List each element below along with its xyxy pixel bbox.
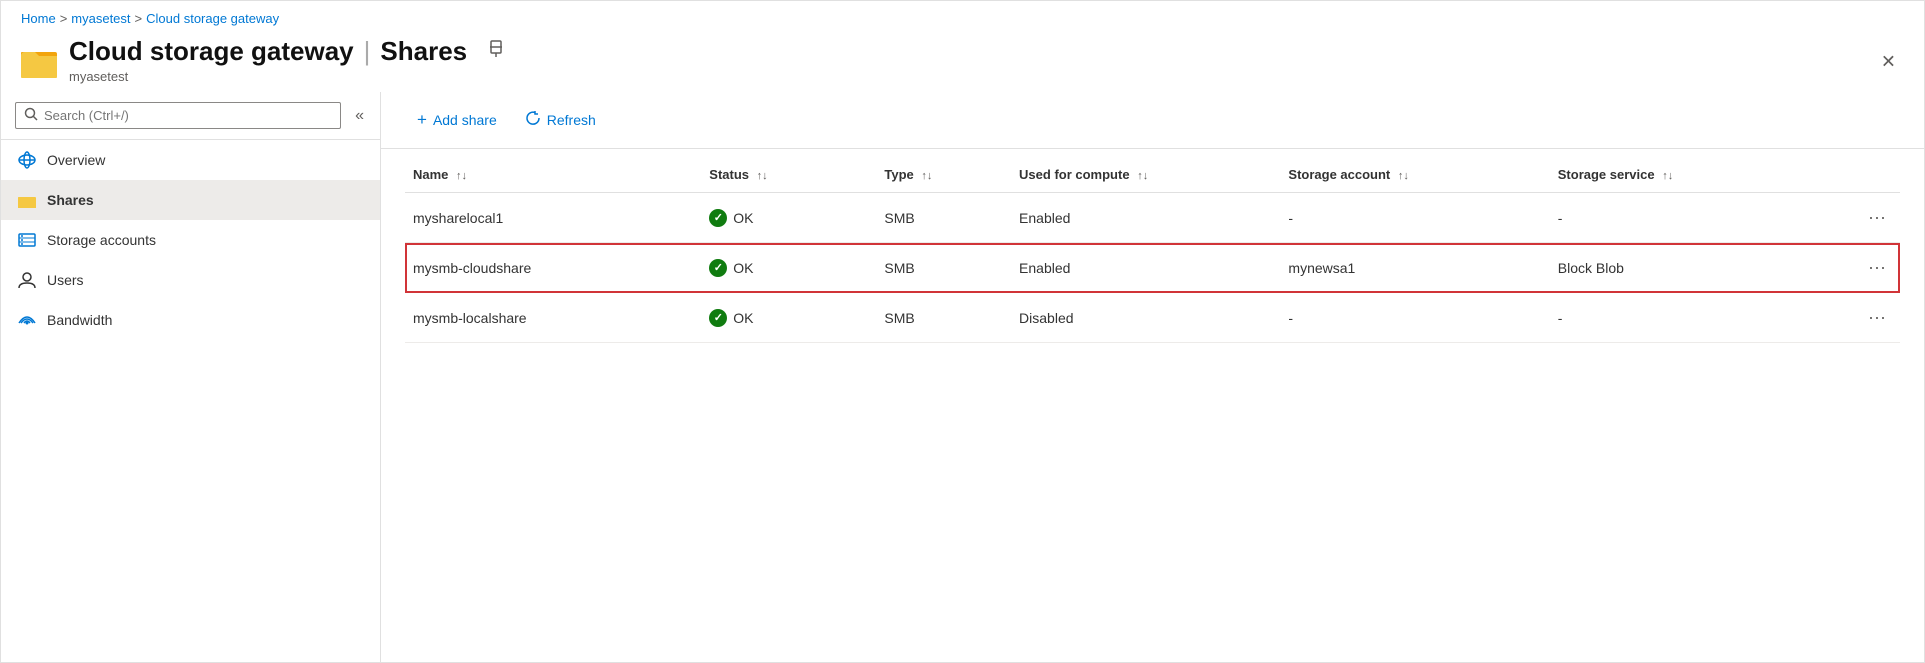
cell-status-3: OK — [701, 293, 876, 343]
header-title: Cloud storage gateway | Shares — [69, 36, 505, 67]
overview-icon — [17, 150, 37, 170]
cell-type-2: SMB — [876, 243, 1011, 293]
shares-table: Name ↑↓ Status ↑↓ Type ↑↓ — [405, 157, 1900, 343]
cell-name-3: mysmb-localshare — [405, 293, 701, 343]
users-label: Users — [47, 272, 84, 288]
cell-storage-service-3: - — [1550, 293, 1819, 343]
sidebar: « Overview — [1, 92, 381, 662]
col-header-status[interactable]: Status ↑↓ — [701, 157, 876, 193]
sidebar-item-shares[interactable]: Shares — [1, 180, 380, 220]
table-row[interactable]: mysmb-cloudshare OK SMB Enabled mynewsa1… — [405, 243, 1900, 293]
resource-name: Cloud storage gateway — [69, 36, 354, 67]
cell-compute-2: Enabled — [1011, 243, 1280, 293]
cell-name-2: mysmb-cloudshare — [405, 243, 701, 293]
refresh-label: Refresh — [547, 112, 596, 128]
sidebar-item-users[interactable]: Users — [1, 260, 380, 300]
search-input-wrapper[interactable] — [15, 102, 341, 129]
search-bar: « — [1, 92, 380, 140]
cell-compute-3: Disabled — [1011, 293, 1280, 343]
storage-accounts-label: Storage accounts — [47, 232, 156, 248]
sort-icon-status: ↑↓ — [757, 170, 768, 182]
page-name: Shares — [380, 36, 467, 67]
cell-type-1: SMB — [876, 193, 1011, 243]
cell-name-1: mysharelocal1 — [405, 193, 701, 243]
status-ok-icon-2 — [709, 259, 727, 277]
breadcrumb-myasetest[interactable]: myasetest — [71, 11, 130, 26]
col-header-name[interactable]: Name ↑↓ — [405, 157, 701, 193]
col-header-storage-account[interactable]: Storage account ↑↓ — [1280, 157, 1549, 193]
toolbar: + Add share Refresh — [381, 92, 1924, 149]
shares-icon — [17, 190, 37, 210]
sort-icon-storage-account: ↑↓ — [1398, 170, 1409, 182]
breadcrumb-home[interactable]: Home — [21, 11, 56, 26]
cell-storage-service-1: - — [1550, 193, 1819, 243]
shares-label: Shares — [47, 192, 94, 208]
sidebar-item-storage-accounts[interactable]: Storage accounts — [1, 220, 380, 260]
cell-status-2: OK — [701, 243, 876, 293]
col-header-actions — [1819, 157, 1900, 193]
bandwidth-icon — [17, 310, 37, 330]
sort-icon-compute: ↑↓ — [1137, 170, 1148, 182]
add-icon: + — [417, 110, 427, 130]
cell-storage-account-3: - — [1280, 293, 1549, 343]
sidebar-item-bandwidth[interactable]: Bandwidth — [1, 300, 380, 340]
add-share-button[interactable]: + Add share — [405, 104, 509, 136]
cell-storage-account-2: mynewsa1 — [1280, 243, 1549, 293]
cell-compute-1: Enabled — [1011, 193, 1280, 243]
storage-accounts-icon — [17, 230, 37, 250]
table-row[interactable]: mysharelocal1 OK SMB Enabled - - — [405, 193, 1900, 243]
status-ok-icon-3 — [709, 309, 727, 327]
close-button[interactable]: ✕ — [1877, 48, 1900, 77]
sort-icon-storage-service: ↑↓ — [1662, 170, 1673, 182]
add-share-label: Add share — [433, 112, 497, 128]
status-text-1: OK — [733, 210, 753, 226]
breadcrumb-current[interactable]: Cloud storage gateway — [146, 11, 279, 26]
col-header-compute[interactable]: Used for compute ↑↓ — [1011, 157, 1280, 193]
cell-storage-account-1: - — [1280, 193, 1549, 243]
status-ok-icon-1 — [709, 209, 727, 227]
cell-actions-2: ··· — [1819, 243, 1900, 293]
cell-storage-service-2: Block Blob — [1550, 243, 1819, 293]
users-icon — [17, 270, 37, 290]
cell-actions-1: ··· — [1819, 193, 1900, 243]
sidebar-nav: Overview Shares — [1, 140, 380, 340]
row-actions-button-3[interactable]: ··· — [1862, 305, 1892, 330]
col-header-type[interactable]: Type ↑↓ — [876, 157, 1011, 193]
breadcrumb: Home > myasetest > Cloud storage gateway — [1, 1, 1924, 32]
row-actions-button-2[interactable]: ··· — [1862, 255, 1892, 280]
cell-type-3: SMB — [876, 293, 1011, 343]
cell-status-1: OK — [701, 193, 876, 243]
sidebar-item-overview[interactable]: Overview — [1, 140, 380, 180]
status-text-2: OK — [733, 260, 753, 276]
resource-icon — [21, 42, 57, 78]
table-row[interactable]: mysmb-localshare OK SMB Disabled - - — [405, 293, 1900, 343]
search-input[interactable] — [44, 108, 332, 123]
status-text-3: OK — [733, 310, 753, 326]
breadcrumb-sep2: > — [135, 11, 143, 26]
pin-icon[interactable] — [487, 40, 505, 63]
header-title-block: Cloud storage gateway | Shares myasetest — [69, 36, 505, 84]
breadcrumb-sep1: > — [60, 11, 68, 26]
overview-label: Overview — [47, 152, 105, 168]
refresh-icon — [525, 110, 541, 130]
refresh-button[interactable]: Refresh — [513, 104, 608, 136]
row-actions-button-1[interactable]: ··· — [1862, 205, 1892, 230]
title-divider: | — [364, 36, 371, 67]
header-subtitle: myasetest — [69, 69, 505, 84]
sort-icon-type: ↑↓ — [921, 170, 932, 182]
table-container: Name ↑↓ Status ↑↓ Type ↑↓ — [381, 149, 1924, 662]
content-area: + Add share Refresh — [381, 92, 1924, 662]
bandwidth-label: Bandwidth — [47, 312, 112, 328]
cell-actions-3: ··· — [1819, 293, 1900, 343]
col-header-storage-service[interactable]: Storage service ↑↓ — [1550, 157, 1819, 193]
page-header: Cloud storage gateway | Shares myasetest… — [1, 32, 1924, 92]
sort-icon-name: ↑↓ — [456, 170, 467, 182]
search-icon — [24, 107, 38, 124]
collapse-sidebar-button[interactable]: « — [349, 103, 370, 129]
